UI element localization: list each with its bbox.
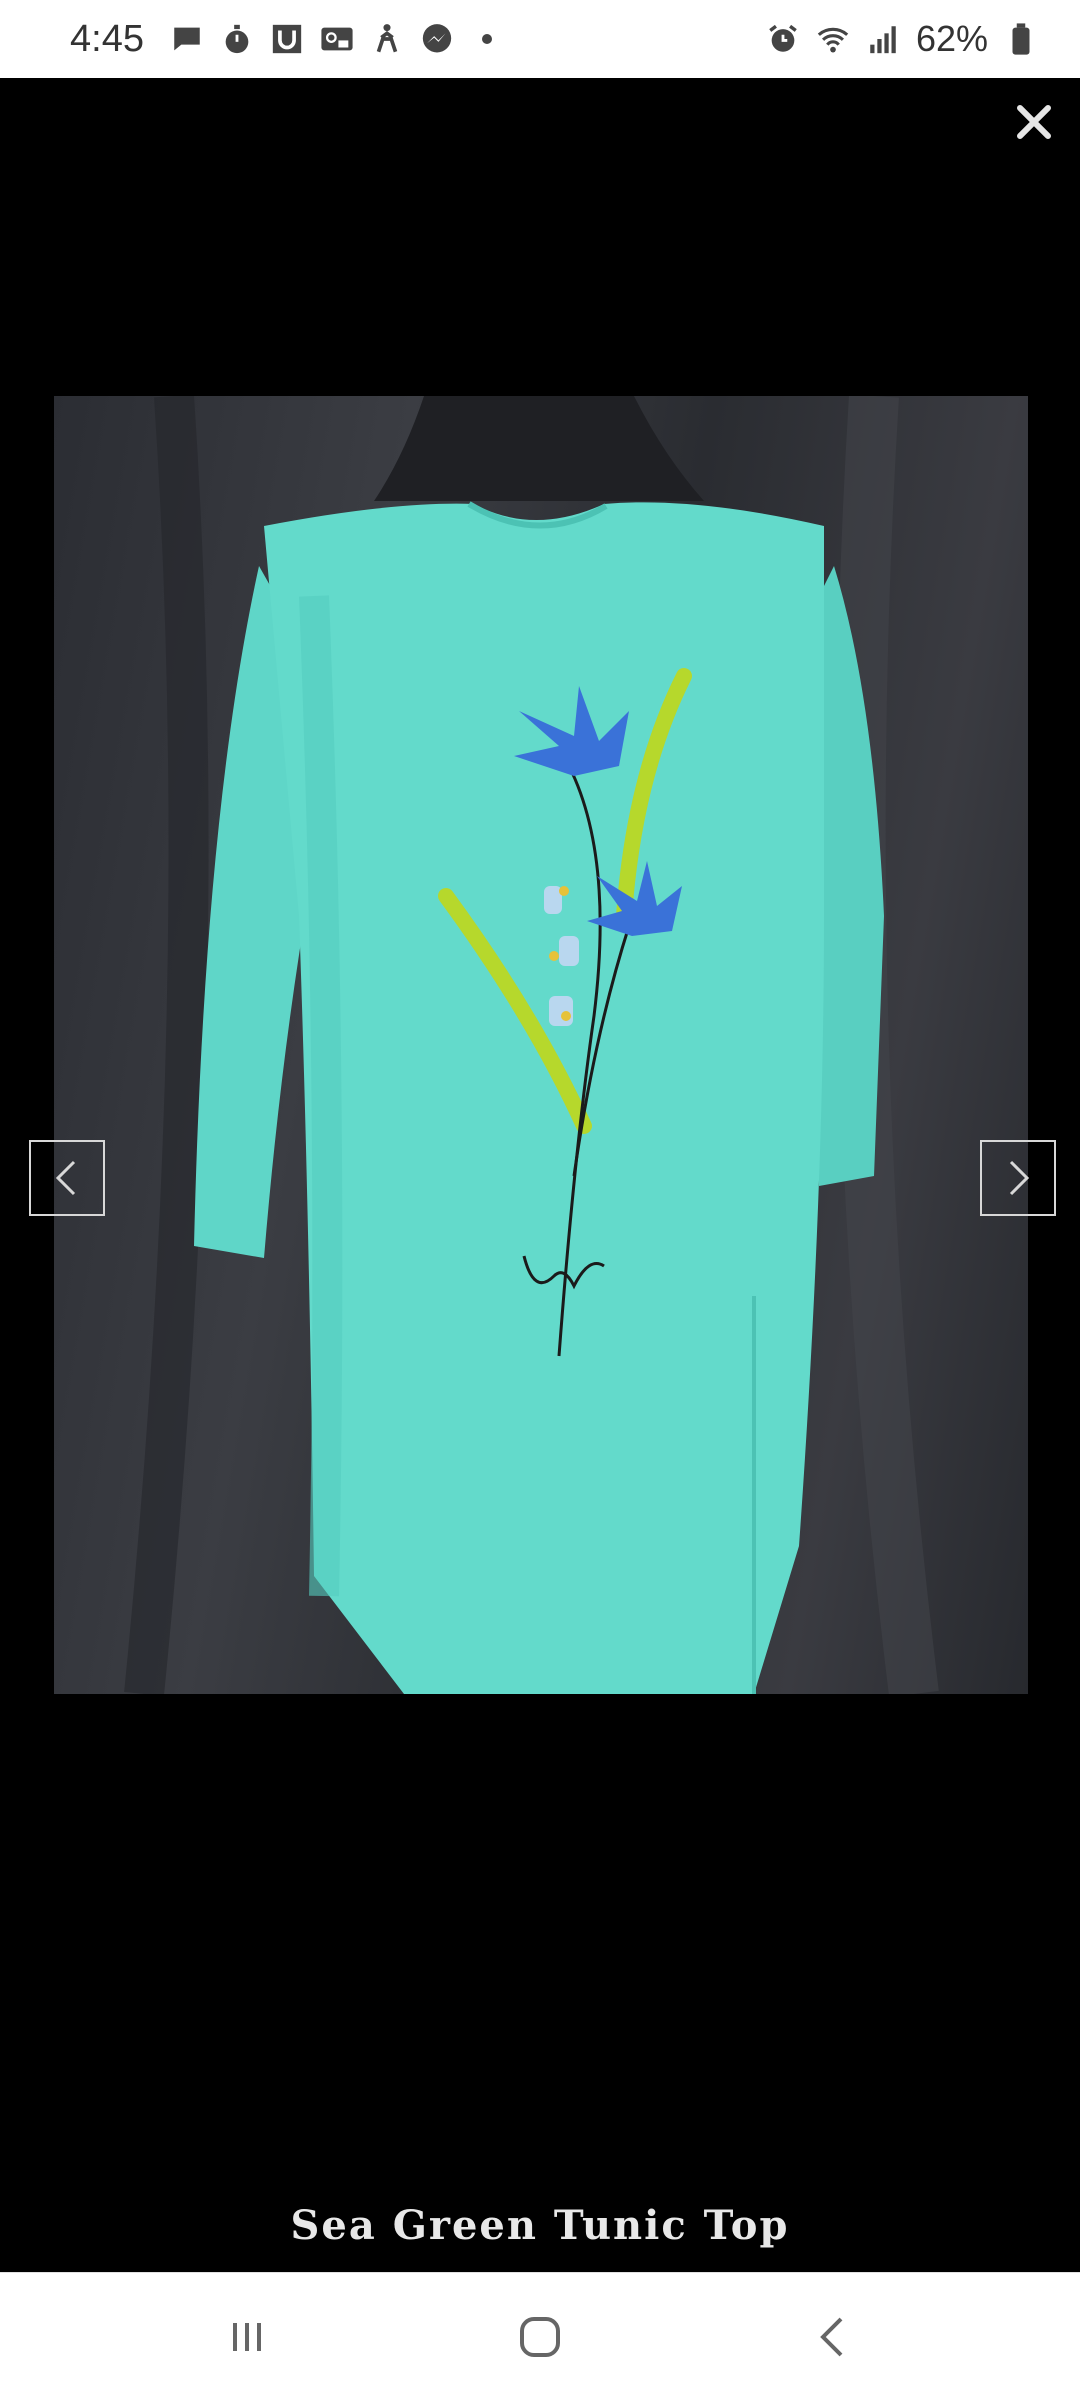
status-bar: 4:45 62% bbox=[0, 0, 1080, 78]
messenger-icon bbox=[420, 22, 454, 56]
tunic-illustration bbox=[124, 396, 939, 1694]
previous-image-button[interactable] bbox=[29, 1140, 105, 1216]
next-image-button[interactable] bbox=[980, 1140, 1056, 1216]
caption-bar: Sea Green Tunic Top bbox=[0, 2178, 1080, 2272]
product-photo bbox=[54, 396, 1028, 1694]
accessibility-icon bbox=[370, 22, 404, 56]
status-bar-left: 4:45 bbox=[70, 18, 492, 61]
signal-icon bbox=[866, 22, 900, 56]
home-button[interactable] bbox=[495, 2292, 585, 2382]
status-bar-right: 62% bbox=[766, 18, 1038, 60]
home-icon bbox=[519, 2316, 560, 2357]
clock: 4:45 bbox=[70, 17, 144, 60]
u-app-icon bbox=[270, 22, 304, 56]
image-caption: Sea Green Tunic Top bbox=[290, 2201, 790, 2249]
battery-percent: 62% bbox=[915, 18, 988, 59]
back-icon bbox=[820, 2317, 843, 2356]
more-notifications-dot bbox=[481, 34, 492, 44]
chevron-left-icon bbox=[55, 1160, 76, 1196]
battery-icon bbox=[1004, 22, 1038, 56]
recents-icon bbox=[232, 2322, 261, 2351]
close-button[interactable] bbox=[1006, 94, 1062, 150]
system-navigation-bar bbox=[0, 2272, 1080, 2400]
voicemail-icon bbox=[320, 22, 354, 56]
image-lightbox: Sea Green Tunic Top bbox=[0, 78, 1080, 2272]
chevron-right-icon bbox=[1009, 1160, 1030, 1196]
stopwatch-icon bbox=[220, 22, 254, 56]
close-icon bbox=[1017, 105, 1051, 139]
wifi-icon bbox=[816, 22, 850, 56]
recents-button[interactable] bbox=[202, 2292, 292, 2382]
alarm-icon bbox=[766, 22, 800, 56]
back-button[interactable] bbox=[788, 2292, 878, 2382]
message-icon bbox=[170, 22, 204, 56]
